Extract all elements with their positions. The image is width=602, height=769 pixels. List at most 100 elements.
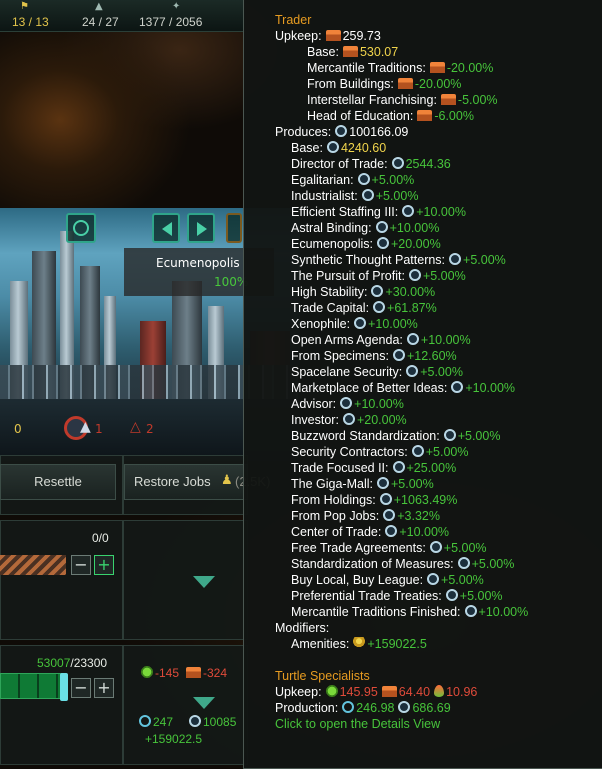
- trade-value-icon: [361, 189, 374, 201]
- unity-icon: [342, 701, 355, 713]
- trade-icon: [139, 715, 151, 727]
- amenities-row: Amenities: +159022.5: [291, 637, 427, 651]
- resettle-button[interactable]: Resettle: [0, 464, 116, 500]
- amenities-icon: [353, 637, 366, 649]
- planet-class-name: Ecumenopolis: [156, 256, 240, 270]
- upkeep-row: Upkeep: 259.73: [275, 29, 381, 43]
- resettle-label: Resettle: [34, 474, 82, 489]
- trade-value-icon: [392, 461, 405, 473]
- expand-down-icon[interactable]: [193, 697, 215, 709]
- target-icon: [73, 220, 89, 236]
- trade-value-icon: [373, 301, 386, 313]
- consumer-goods-icon: [186, 667, 201, 678]
- produce-line: Egalitarian: +5.00%: [291, 173, 415, 187]
- status-count: 0: [14, 422, 22, 436]
- trade-value-icon: [464, 605, 477, 617]
- housing-count[interactable]: 24 / 27: [82, 15, 119, 29]
- produce-line: Ecumenopolis: +20.00%: [291, 237, 441, 251]
- produces-row: Produces: 100166.09: [275, 125, 409, 139]
- trade-output: 247: [135, 715, 173, 729]
- food-icon: [141, 666, 153, 678]
- details-view-link[interactable]: Click to open the Details View: [275, 717, 440, 731]
- consumer-goods-icon: [325, 30, 341, 41]
- trade-value-icon: [406, 365, 419, 377]
- produce-line: Spacelane Security: +5.00%: [291, 365, 463, 379]
- previous-planet-button[interactable]: [152, 213, 180, 243]
- increase-jobs-button[interactable]: +: [94, 555, 114, 575]
- upkeep-line: Mercantile Traditions: -20.00%: [307, 61, 494, 75]
- specialists-title: Turtle Specialists: [275, 669, 370, 683]
- produce-line: Center of Trade: +10.00%: [291, 525, 450, 539]
- trade-value-icon: [340, 397, 353, 409]
- decrease-amenity-jobs-button[interactable]: −: [71, 678, 91, 698]
- amenities-bar-cap: [60, 673, 68, 701]
- produce-line: The Giga-Mall: +5.00%: [291, 477, 434, 491]
- trade-value-icon: [402, 205, 415, 217]
- food-change: -145: [137, 666, 179, 680]
- trade-value-icon: [443, 429, 456, 441]
- produce-line: Industrialist: +5.00%: [291, 189, 419, 203]
- trade-value-icon: [335, 125, 348, 137]
- job-detail-panel: [123, 520, 248, 640]
- upkeep-line: Base: 530.07: [307, 45, 399, 59]
- produce-line: Free Trade Agreements: +5.00%: [291, 541, 487, 555]
- pop-icon: ♟: [221, 472, 233, 487]
- amenity-detail-panel: [123, 645, 248, 765]
- upkeep-line: Head of Education: -6.00%: [307, 109, 474, 123]
- produce-line: Trade Capital: +61.87%: [291, 301, 437, 315]
- job-slot-bar: [0, 555, 66, 575]
- produce-line: Preferential Trade Treaties: +5.00%: [291, 589, 503, 603]
- planet-option-button[interactable]: [226, 213, 242, 243]
- job-slot-count: 0/0: [92, 531, 109, 545]
- produce-line: Efficient Staffing III: +10.00%: [291, 205, 466, 219]
- trade-value-icon: [342, 413, 355, 425]
- increase-amenity-jobs-button[interactable]: +: [94, 678, 114, 698]
- produce-line: Standardization of Measures: +5.00%: [291, 557, 515, 571]
- ship-icon: ✦: [172, 1, 181, 12]
- produce-line: High Stability: +30.00%: [291, 285, 436, 299]
- consumer-goods-icon: [440, 94, 456, 105]
- trade-value-icon: [385, 525, 398, 537]
- consumer-goods-change: -324: [182, 666, 227, 680]
- trade-value-icon: [326, 141, 339, 153]
- trade-value-icon: [449, 253, 462, 265]
- produce-line: Base: 4240.60: [291, 141, 387, 155]
- upkeep-line: Interstellar Franchising: -5.00%: [307, 93, 498, 107]
- pop-count[interactable]: 13 / 13: [12, 15, 49, 29]
- produce-line: From Pop Jobs: +3.32%: [291, 509, 440, 523]
- trade-value-icon: [451, 381, 464, 393]
- energy-output: 10085: [185, 715, 236, 729]
- trade-value-icon: [392, 349, 405, 361]
- produce-line: Security Contractors: +5.00%: [291, 445, 469, 459]
- consumer-goods-icon: [342, 46, 358, 57]
- deviancy-value: 2: [146, 422, 154, 436]
- next-planet-button[interactable]: [187, 213, 215, 243]
- trade-value-icon: [429, 541, 442, 553]
- trade-value-icon: [375, 221, 388, 233]
- produce-line: Buy Local, Buy League: +5.00%: [291, 573, 484, 587]
- deviancy-icon[interactable]: △: [130, 419, 141, 435]
- decrease-jobs-button[interactable]: −: [71, 555, 91, 575]
- restore-jobs-button[interactable]: Restore Jobs ♟ (2.5K): [124, 464, 270, 500]
- restore-jobs-label: Restore Jobs: [134, 474, 211, 489]
- produce-line: Synthetic Thought Patterns: +5.00%: [291, 253, 506, 267]
- trader-tooltip[interactable]: Trader Upkeep: 259.73 Base: 530.07 Mercant…: [243, 0, 602, 769]
- trade-value-icon: [379, 493, 392, 505]
- modifiers-label: Modifiers:: [275, 621, 330, 635]
- planet-focus-button[interactable]: [66, 213, 96, 243]
- consumer-goods-icon: [417, 110, 433, 121]
- naval-capacity[interactable]: 1377 / 2056: [139, 15, 202, 29]
- arrow-right-icon: [197, 222, 207, 236]
- crime-value: 1: [95, 422, 103, 436]
- specialists-upkeep-row: Upkeep: 145.95 64.40 10.96: [275, 685, 478, 699]
- tooltip-title: Trader: [275, 13, 312, 27]
- top-resource-bar: ⚑ 13 / 13 ▲ 24 / 27 ✦ 1377 / 2056: [0, 0, 245, 32]
- produce-line: Mercantile Traditions Finished: +10.00%: [291, 605, 529, 619]
- crime-icon[interactable]: ▲: [80, 419, 91, 435]
- trade-value-icon: [398, 701, 411, 713]
- produce-line: Open Arms Agenda: +10.00%: [291, 333, 471, 347]
- expand-down-icon[interactable]: [193, 576, 215, 588]
- housing-icon: ▲: [95, 1, 103, 12]
- produce-line: Marketplace of Better Ideas: +10.00%: [291, 381, 516, 395]
- produce-line: From Holdings: +1063.49%: [291, 493, 458, 507]
